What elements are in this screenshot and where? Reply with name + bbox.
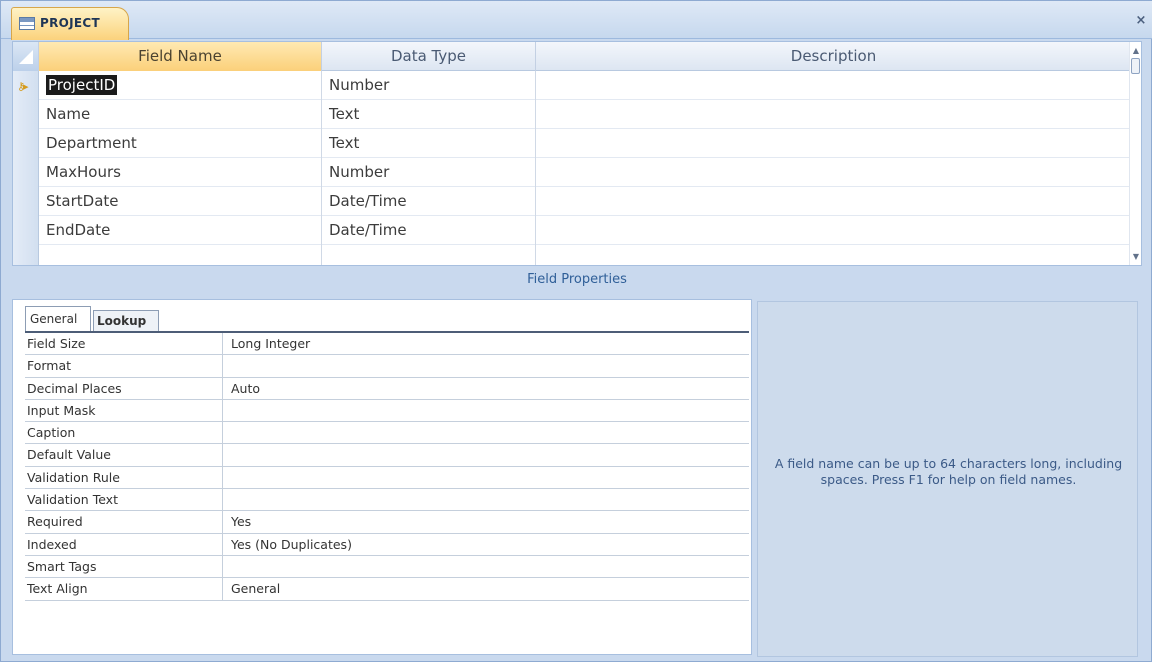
data-type-cell[interactable]: Text — [322, 129, 536, 158]
table-design-window: PROJECT × Field Name Data Type Descripti… — [0, 0, 1152, 662]
field-grid: Field Name Data Type Description ⚷▸ Proj… — [12, 41, 1142, 266]
row-selector[interactable] — [13, 216, 39, 245]
property-label: Validation Text — [25, 489, 223, 512]
column-header-field-name[interactable]: Field Name — [39, 42, 322, 71]
data-type-cell[interactable]: Date/Time — [322, 216, 536, 245]
row-selector[interactable]: ⚷▸ — [13, 71, 39, 100]
description-cell[interactable] — [536, 245, 1131, 265]
description-cell[interactable] — [536, 187, 1131, 216]
grid-header: Field Name Data Type Description — [13, 42, 1131, 71]
row-selector[interactable] — [13, 187, 39, 216]
property-row-field-size[interactable]: Field Size Long Integer — [25, 333, 749, 356]
field-name-cell[interactable]: StartDate — [39, 187, 322, 216]
property-label: Input Mask — [25, 399, 223, 422]
property-value[interactable]: General — [231, 578, 280, 600]
description-cell[interactable] — [536, 71, 1131, 100]
field-name-cell[interactable]: EndDate — [39, 216, 322, 245]
property-row-default-value[interactable]: Default Value — [25, 444, 749, 467]
tab-general[interactable]: General — [25, 306, 91, 331]
document-tab-label: PROJECT — [40, 16, 100, 30]
field-name-cell[interactable] — [39, 245, 322, 265]
property-row-decimal-places[interactable]: Decimal Places Auto — [25, 377, 749, 400]
description-cell[interactable] — [536, 129, 1131, 158]
close-icon[interactable]: × — [1133, 13, 1149, 29]
property-label: Validation Rule — [25, 466, 223, 489]
field-row[interactable]: MaxHours Number — [13, 158, 1131, 187]
field-row[interactable]: EndDate Date/Time — [13, 216, 1131, 245]
document-tab-strip: PROJECT × — [1, 1, 1152, 40]
property-value[interactable]: Yes — [231, 511, 251, 533]
property-row-indexed[interactable]: Indexed Yes (No Duplicates) — [25, 533, 749, 556]
tab-lookup[interactable]: Lookup — [93, 310, 159, 331]
field-name-cell[interactable]: Department — [39, 129, 322, 158]
description-cell[interactable] — [536, 158, 1131, 187]
property-label: Indexed — [25, 533, 223, 556]
field-row[interactable]: StartDate Date/Time — [13, 187, 1131, 216]
property-label: Format — [25, 355, 223, 378]
property-row-format[interactable]: Format — [25, 355, 749, 378]
field-row-new[interactable] — [13, 245, 1131, 265]
property-row-text-align[interactable]: Text Align General — [25, 578, 749, 601]
field-name-cell[interactable]: ProjectID — [39, 71, 322, 100]
data-type-cell[interactable]: Number — [322, 71, 536, 100]
column-header-data-type[interactable]: Data Type — [322, 42, 536, 71]
help-panel: A field name can be up to 64 characters … — [757, 301, 1138, 657]
property-label: Default Value — [25, 444, 223, 467]
table-icon — [19, 17, 35, 30]
data-type-cell[interactable] — [322, 245, 536, 265]
scroll-down-icon[interactable]: ▼ — [1130, 252, 1141, 261]
property-row-validation-rule[interactable]: Validation Rule — [25, 466, 749, 490]
field-row[interactable]: Name Text — [13, 100, 1131, 129]
property-value[interactable]: Long Integer — [231, 333, 310, 355]
field-name-cell[interactable]: MaxHours — [39, 158, 322, 187]
property-sheet: Field Size Long Integer Format Decimal P… — [25, 331, 749, 601]
description-cell[interactable] — [536, 100, 1131, 129]
field-row[interactable]: Department Text — [13, 129, 1131, 158]
property-label: Decimal Places — [25, 377, 223, 400]
select-all-corner[interactable] — [13, 42, 39, 71]
property-value[interactable]: Auto — [231, 378, 260, 400]
property-label: Smart Tags — [25, 555, 223, 578]
column-header-description[interactable]: Description — [536, 42, 1131, 71]
property-row-input-mask[interactable]: Input Mask — [25, 399, 749, 423]
grid-vertical-scrollbar[interactable]: ▲ ▼ — [1129, 42, 1141, 265]
property-label: Text Align — [25, 578, 223, 601]
data-type-cell[interactable]: Text — [322, 100, 536, 129]
row-selector[interactable] — [13, 158, 39, 187]
field-properties-panel: General Lookup Field Size Long Integer F… — [12, 299, 752, 655]
field-name-cell[interactable]: Name — [39, 100, 322, 129]
data-type-cell[interactable]: Number — [322, 158, 536, 187]
description-cell[interactable] — [536, 216, 1131, 245]
property-label: Field Size — [25, 333, 223, 355]
document-tab-project[interactable]: PROJECT — [11, 7, 129, 40]
row-selector[interactable] — [13, 100, 39, 129]
property-value[interactable]: Yes (No Duplicates) — [231, 534, 352, 556]
field-properties-title: Field Properties — [527, 272, 627, 287]
property-row-required[interactable]: Required Yes — [25, 511, 749, 534]
property-row-smart-tags[interactable]: Smart Tags — [25, 555, 749, 579]
field-name-text: ProjectID — [46, 75, 118, 95]
row-selector[interactable] — [13, 129, 39, 158]
help-text: A field name can be up to 64 characters … — [774, 456, 1123, 487]
property-label: Required — [25, 511, 223, 534]
scroll-up-icon[interactable]: ▲ — [1130, 46, 1141, 55]
property-label: Caption — [25, 422, 223, 445]
field-row[interactable]: ⚷▸ ProjectID Number — [13, 71, 1131, 100]
primary-key-icon: ⚷▸ — [17, 80, 28, 93]
row-selector[interactable] — [13, 245, 39, 265]
scroll-thumb[interactable] — [1131, 58, 1140, 74]
property-row-caption[interactable]: Caption — [25, 422, 749, 445]
property-row-validation-text[interactable]: Validation Text — [25, 489, 749, 512]
data-type-cell[interactable]: Date/Time — [322, 187, 536, 216]
